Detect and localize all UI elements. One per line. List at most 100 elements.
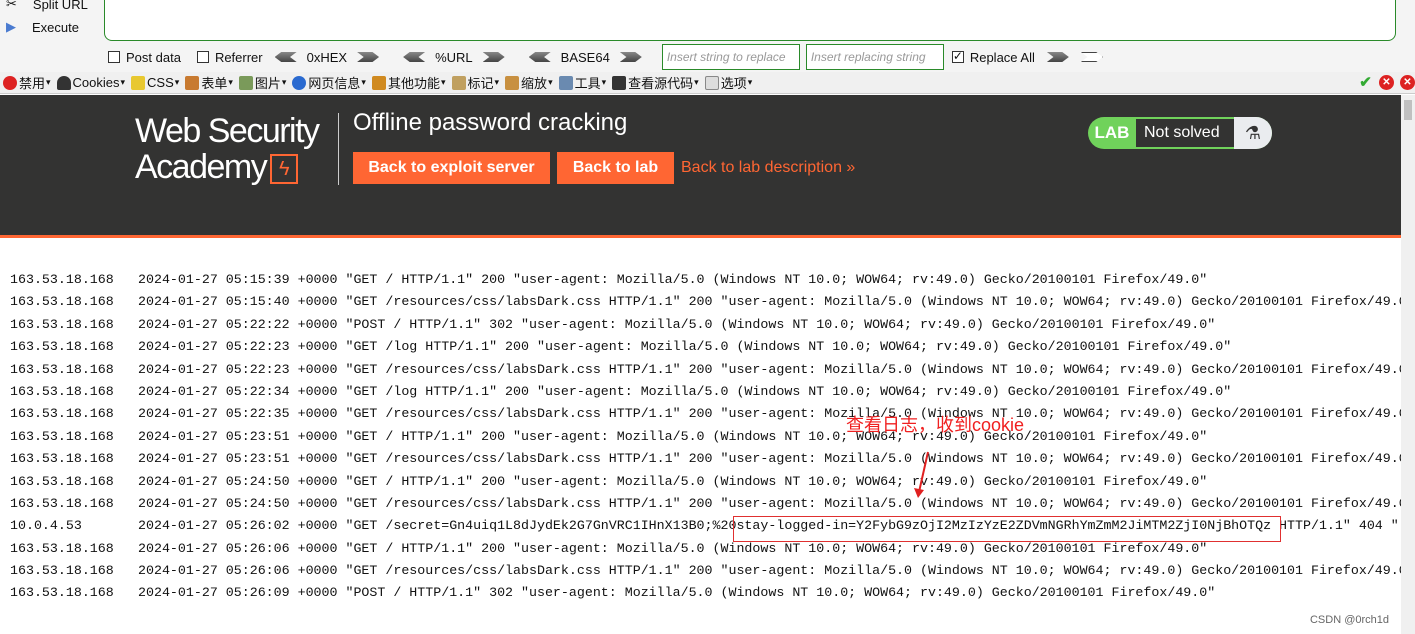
log-ip: 163.53.18.168 xyxy=(10,563,114,579)
menu-misc[interactable]: 其他功能 xyxy=(371,73,446,92)
menu-options[interactable]: 选项 xyxy=(704,73,753,92)
close-icon[interactable]: ✕ xyxy=(1400,75,1415,90)
scrollbar-thumb[interactable] xyxy=(1404,100,1412,120)
divider xyxy=(338,113,339,185)
log-text: 2024-01-27 05:24:50 +0000 "GET /resource… xyxy=(138,495,1415,511)
image-icon xyxy=(238,75,253,90)
wsa-logo[interactable]: Web Security Academy ϟ xyxy=(135,113,340,185)
execute-button[interactable]: ▶ Execute xyxy=(6,19,79,35)
scrollbar[interactable] xyxy=(1401,95,1415,634)
log-row: 163.53.18.168 2024-01-27 05:23:51 +0000 "… xyxy=(10,426,1415,448)
menu-tools[interactable]: 工具 xyxy=(558,73,607,92)
log-row: 163.53.18.168 2024-01-27 05:24:50 +0000 "… xyxy=(10,471,1415,493)
split-url-label: Split URL xyxy=(32,0,88,12)
log-ip: 163.53.18.168 xyxy=(10,361,114,377)
base64-encode-button[interactable] xyxy=(619,52,642,62)
access-log: 163.53.18.168 2024-01-27 05:15:39 +0000 "… xyxy=(10,269,1415,605)
back-to-lab-description-link[interactable]: Back to lab description » xyxy=(681,159,855,177)
replace-all-label: Replace All xyxy=(969,49,1035,65)
log-row: 163.53.18.168 2024-01-27 05:22:22 +0000 "… xyxy=(10,314,1415,336)
post-data-checkbox[interactable] xyxy=(108,51,120,63)
log-row: 163.53.18.168 2024-01-27 05:22:23 +0000 "… xyxy=(10,359,1415,381)
log-ip: 163.53.18.168 xyxy=(10,316,114,332)
referrer-checkbox[interactable] xyxy=(196,51,209,63)
hackbar-options: Post data Referrer 0xHEX %URL BASE64 Ins… xyxy=(108,44,1103,70)
log-ip: 10.0.4.53 xyxy=(10,518,82,534)
log-ip: 163.53.18.168 xyxy=(10,294,114,310)
menu-label: CSS xyxy=(147,75,174,90)
watermark: CSDN @0rch1d xyxy=(1309,614,1389,626)
scissors-icon: ✂ xyxy=(6,0,17,11)
log-row: 163.53.18.168 2024-01-27 05:24:50 +0000 "… xyxy=(10,493,1415,515)
log-ip: 163.53.18.168 xyxy=(10,451,114,467)
menu-outline[interactable]: 标记 xyxy=(451,73,500,92)
pencil-icon xyxy=(451,75,466,90)
lab-status: Not solved xyxy=(1136,117,1234,149)
annotation-text: 查看日志，收到cookie xyxy=(846,415,1025,435)
hex-label: 0xHEX xyxy=(306,49,348,65)
post-data-label: Post data xyxy=(126,49,181,65)
check-icon[interactable]: ✔ xyxy=(1358,75,1373,90)
info-icon xyxy=(292,75,307,90)
disable-icon xyxy=(3,75,17,90)
log-text: 2024-01-27 05:23:51 +0000 "GET / HTTP/1.… xyxy=(138,428,1208,444)
url-label: %URL xyxy=(435,49,473,65)
tools-icon xyxy=(558,75,573,90)
error-icon[interactable]: ✕ xyxy=(1379,75,1394,90)
log-ip: 163.53.18.168 xyxy=(10,473,114,489)
replace-string-input[interactable]: Insert string to replace xyxy=(661,44,800,70)
log-ip: 163.53.18.168 xyxy=(10,406,114,422)
log-text: 2024-01-27 05:26:06 +0000 "GET /resource… xyxy=(138,563,1415,579)
menu-label: 网页信息 xyxy=(308,76,361,91)
menu-css[interactable]: CSS xyxy=(131,75,179,90)
log-text: 2024-01-27 05:22:35 +0000 "GET /resource… xyxy=(138,406,1415,422)
base64-label: BASE64 xyxy=(560,49,610,65)
hackbar-side: ✂ Split URL ▶ Execute xyxy=(0,0,100,72)
menu-label: 工具 xyxy=(574,76,601,91)
url-textarea[interactable] xyxy=(104,0,1396,41)
menu-label: 表单 xyxy=(201,76,228,91)
menu-disable[interactable]: 禁用 xyxy=(3,73,51,92)
menu-cookies[interactable]: Cookies xyxy=(56,75,126,90)
user-icon xyxy=(56,75,71,90)
log-text: 2024-01-27 05:26:09 +0000 "POST / HTTP/1… xyxy=(138,585,1216,601)
menu-label: Cookies xyxy=(72,75,120,90)
ruler-icon xyxy=(505,75,520,90)
url-encode-button[interactable] xyxy=(482,52,505,62)
log-text: 2024-01-27 05:22:22 +0000 "POST / HTTP/1… xyxy=(138,316,1216,332)
log-ip: 163.53.18.168 xyxy=(10,540,114,556)
menu-resize[interactable]: 缩放 xyxy=(505,73,553,92)
log-row: 163.53.18.168 2024-01-27 05:22:34 +0000 "… xyxy=(10,381,1415,403)
log-ip: 163.53.18.168 xyxy=(10,383,114,399)
replace-button[interactable] xyxy=(1046,52,1069,62)
execute-label: Execute xyxy=(32,19,79,35)
menu-label: 查看源代码 xyxy=(628,76,694,91)
hex-encode-button[interactable] xyxy=(357,52,380,62)
url-decode-button[interactable] xyxy=(403,52,426,62)
back-to-exploit-server-button[interactable]: Back to exploit server xyxy=(353,152,550,184)
status-icons: ✔ ✕ ✕ xyxy=(1358,75,1415,90)
menu-images[interactable]: 图片 xyxy=(238,73,287,92)
base64-decode-button[interactable] xyxy=(528,52,551,62)
flask-icon: ⚗ xyxy=(1234,117,1272,149)
back-to-lab-button[interactable]: Back to lab xyxy=(557,152,674,184)
wand-icon xyxy=(131,75,146,90)
replace-all-checkbox[interactable] xyxy=(951,49,964,63)
menu-label: 标记 xyxy=(467,76,494,91)
lab-badge: LAB xyxy=(1094,123,1130,142)
highlight-box xyxy=(733,516,1281,542)
log-ip: 163.53.18.168 xyxy=(10,272,114,287)
log-text: 2024-01-27 05:15:40 +0000 "GET /resource… xyxy=(138,294,1415,310)
replacing-string-input[interactable]: Insert replacing string xyxy=(805,44,944,70)
hex-decode-button[interactable] xyxy=(274,52,297,62)
log-text: 2024-01-27 05:22:23 +0000 "GET /log HTTP… xyxy=(138,339,1232,355)
menu-forms[interactable]: 表单 xyxy=(185,73,233,92)
annotation-arrow-icon xyxy=(914,451,929,498)
menu-label: 其他功能 xyxy=(387,76,440,91)
split-url-button[interactable]: ✂ Split URL xyxy=(6,0,88,12)
menu-page-info[interactable]: 网页信息 xyxy=(292,73,366,92)
bolt-icon: ϟ xyxy=(270,154,299,185)
replace-next-button[interactable] xyxy=(1080,52,1103,62)
menu-view-source[interactable]: 查看源代码 xyxy=(612,73,699,92)
log-row: 163.53.18.168 2024-01-27 05:26:09 +0000 "… xyxy=(10,582,1415,604)
